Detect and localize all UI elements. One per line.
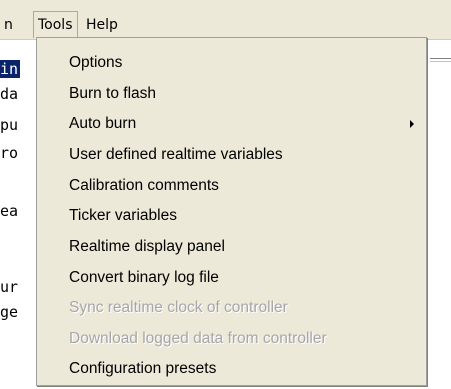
- editor-line: in: [0, 60, 40, 78]
- menu-item-label: Convert binary log file: [69, 269, 219, 286]
- menu-item-download-logged-data: Download logged data from controller: [37, 324, 426, 354]
- menu-item-sync-realtime-clock: Sync realtime clock of controller: [37, 293, 426, 323]
- editor-line: da: [0, 85, 19, 103]
- tools-dropdown-menu: Options Burn to flash Auto burn User def…: [36, 37, 427, 386]
- editor-line-text: in: [0, 60, 21, 78]
- menu-item-label: Realtime display panel: [69, 238, 225, 255]
- menu-item-configuration-presets[interactable]: Configuration presets: [37, 354, 426, 384]
- menu-item-label: Burn to flash: [69, 85, 157, 102]
- editor-background: in da pu ro ea ur ge: [0, 40, 40, 389]
- menu-tools[interactable]: Tools: [33, 11, 78, 38]
- menu-item-label: Sync realtime clock of controller: [69, 299, 288, 316]
- menu-item-label: Ticker variables: [69, 207, 177, 224]
- menu-item-label: Options: [69, 54, 123, 71]
- menu-item-ticker-variables[interactable]: Ticker variables: [37, 201, 426, 231]
- menu-item-auto-burn[interactable]: Auto burn: [37, 109, 426, 139]
- editor-line: pu: [0, 116, 19, 134]
- submenu-arrow-icon: [410, 120, 414, 128]
- menu-bar: n Tools Help: [0, 0, 451, 40]
- right-panel-edge: [430, 40, 451, 389]
- editor-line: ur: [0, 278, 19, 296]
- menu-item-user-defined-realtime-variables[interactable]: User defined realtime variables: [37, 140, 426, 170]
- menu-item-label: Configuration presets: [69, 360, 217, 377]
- menu-help[interactable]: Help: [86, 14, 118, 36]
- menu-item-convert-binary-log-file[interactable]: Convert binary log file: [37, 263, 426, 293]
- divider: [430, 58, 451, 62]
- menu-item-burn-to-flash[interactable]: Burn to flash: [37, 79, 426, 109]
- menu-item-label: Download logged data from controller: [69, 330, 327, 347]
- menu-item-label: Auto burn: [69, 115, 137, 132]
- editor-line: ea: [0, 202, 19, 220]
- editor-line: ge: [0, 303, 19, 321]
- menu-item-realtime-display-panel[interactable]: Realtime display panel: [37, 232, 426, 262]
- menu-item-label: User defined realtime variables: [69, 146, 283, 163]
- menu-item-calibration-comments[interactable]: Calibration comments: [37, 171, 426, 201]
- menu-item-partial[interactable]: n: [4, 14, 13, 36]
- menu-item-label: Calibration comments: [69, 177, 219, 194]
- menu-item-options[interactable]: Options: [37, 48, 426, 78]
- editor-line: ro: [0, 144, 19, 162]
